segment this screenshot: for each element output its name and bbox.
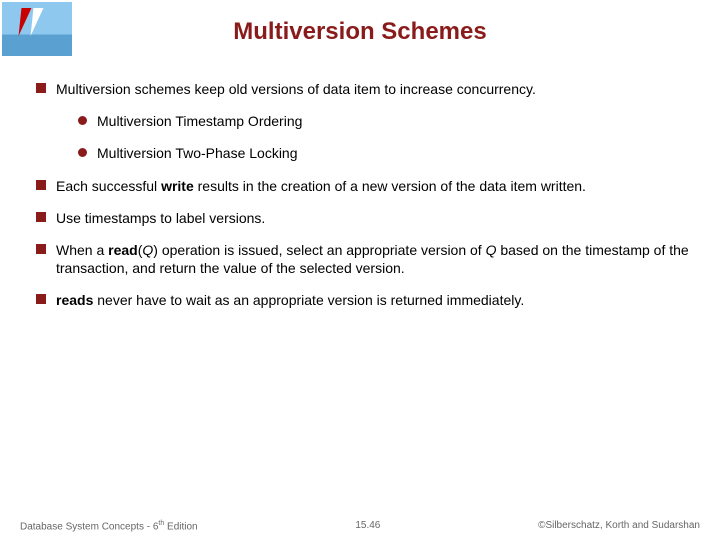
sub-bullet-item: Multiversion Two-Phase Locking [78, 144, 696, 162]
bullet-item: Multiversion schemes keep old versions o… [36, 80, 696, 98]
slide-footer: Database System Concepts - 6th Edition 1… [0, 520, 720, 532]
square-bullet-icon [36, 83, 46, 93]
footer-left: Database System Concepts - 6th Edition [20, 520, 198, 532]
sail-shape-2 [31, 8, 44, 36]
square-bullet-icon [36, 294, 46, 304]
bullet-item: When a read(Q) operation is issued, sele… [36, 241, 696, 277]
footer-right: ©Silberschatz, Korth and Sudarshan [538, 520, 700, 532]
text-run: Database System Concepts - 6 [20, 521, 158, 532]
bullet-text: Multiversion schemes keep old versions o… [56, 80, 536, 98]
square-bullet-icon [36, 244, 46, 254]
sail-shape [19, 8, 32, 36]
text-run: Edition [164, 521, 197, 532]
footer-center: 15.46 [355, 520, 380, 532]
bullet-text: When a read(Q) operation is issued, sele… [56, 241, 696, 277]
text-run-bold: reads [56, 292, 93, 308]
bullet-item: Each successful write results in the cre… [36, 177, 696, 195]
text-run-bold: read [108, 242, 138, 258]
square-bullet-icon [36, 180, 46, 190]
text-run-italic: Q [486, 242, 497, 258]
sub-bullet-item: Multiversion Timestamp Ordering [78, 112, 696, 130]
bullet-text: Multiversion Two-Phase Locking [97, 144, 298, 162]
bullet-item: reads never have to wait as an appropria… [36, 291, 696, 309]
bullet-item: Use timestamps to label versions. [36, 209, 696, 227]
text-run-bold: write [161, 178, 194, 194]
text-run: results in the creation of a new version… [194, 178, 586, 194]
text-run-italic: Q [142, 242, 153, 258]
text-run: ) operation is issued, select an appropr… [153, 242, 485, 258]
dot-bullet-icon [78, 148, 87, 157]
text-run: Each successful [56, 178, 161, 194]
text-run: When a [56, 242, 108, 258]
bullet-text: Use timestamps to label versions. [56, 209, 265, 227]
bullet-text: Each successful write results in the cre… [56, 177, 586, 195]
text-run: never have to wait as an appropriate ver… [93, 292, 524, 308]
corner-image [2, 2, 72, 56]
bullet-text: reads never have to wait as an appropria… [56, 291, 524, 309]
square-bullet-icon [36, 212, 46, 222]
slide-body: Multiversion schemes keep old versions o… [36, 80, 696, 324]
bullet-text: Multiversion Timestamp Ordering [97, 112, 302, 130]
slide-title: Multiversion Schemes [0, 0, 720, 46]
dot-bullet-icon [78, 116, 87, 125]
